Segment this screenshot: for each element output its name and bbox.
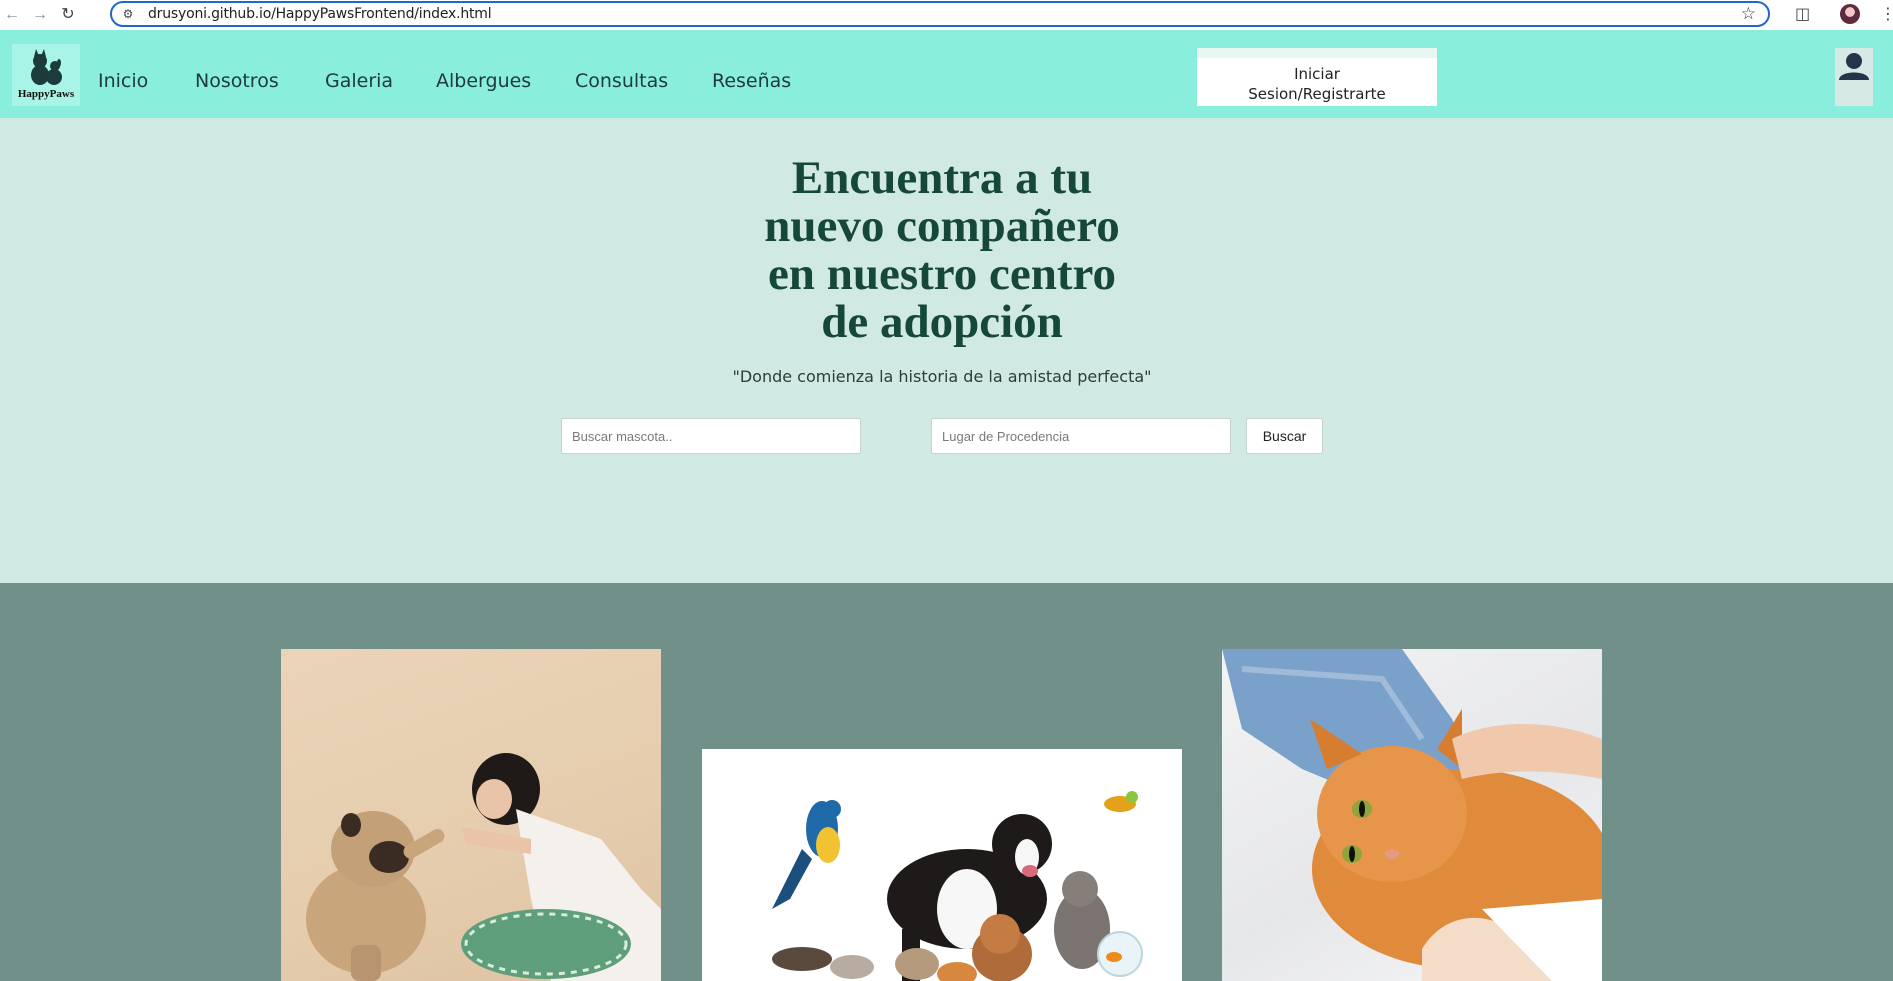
nav-item-resenas[interactable]: Reseñas (712, 70, 791, 92)
login-label-line2: Sesion/Registrarte (1248, 85, 1386, 103)
site-settings-icon[interactable]: ⚙ (120, 6, 136, 22)
browser-profile-avatar[interactable] (1840, 4, 1860, 24)
nav-item-albergues[interactable]: Albergues (436, 70, 531, 92)
user-icon (1839, 53, 1869, 80)
hero-title: Encuentra a tu nuevo compañero en nuestr… (700, 154, 1184, 346)
hero-title-line: en nuestro centro (767, 248, 1117, 300)
logo[interactable]: HappyPaws (12, 44, 80, 106)
hero-section: Encuentra a tu nuevo compañero en nuestr… (0, 118, 1893, 583)
search-pet-input[interactable] (561, 418, 861, 454)
woman-and-pug-photo (281, 649, 661, 981)
login-label-line1: Iniciar (1294, 65, 1340, 83)
nav-item-consultas[interactable]: Consultas (575, 70, 668, 92)
forward-arrow-icon[interactable]: → (30, 5, 50, 25)
hero-title-line: nuevo compañero (764, 200, 1120, 252)
login-register-button[interactable]: Iniciar Sesion/Registrarte (1197, 48, 1437, 106)
hero-title-line: Encuentra a tu (791, 152, 1093, 204)
user-account-button[interactable] (1835, 48, 1873, 106)
browser-toolbar: ← → ↻ ⚙ drusyoni.github.io/HappyPawsFron… (0, 0, 1893, 31)
nav-item-inicio[interactable]: Inicio (98, 70, 148, 92)
paw-pets-logo-icon (31, 49, 62, 85)
extensions-icon[interactable]: ◫ (1795, 4, 1810, 24)
hero-tagline: "Donde comienza la historia de la amista… (732, 367, 1152, 386)
logo-text: HappyPaws (17, 88, 75, 100)
hero-title-line: de adopción (821, 296, 1063, 348)
reload-icon[interactable]: ↻ (58, 5, 78, 25)
search-button[interactable]: Buscar (1246, 418, 1323, 454)
browser-menu-icon[interactable]: ⋮ (1880, 4, 1893, 24)
address-bar[interactable]: ⚙ drusyoni.github.io/HappyPawsFrontend/i… (110, 1, 1770, 27)
url-text: drusyoni.github.io/HappyPawsFrontend/ind… (148, 6, 492, 22)
nav-item-nosotros[interactable]: Nosotros (195, 70, 279, 92)
back-arrow-icon[interactable]: ← (2, 5, 22, 25)
bookmark-star-icon[interactable]: ☆ (1741, 4, 1756, 24)
group-of-pets-photo (702, 749, 1182, 981)
orange-cat-photo (1222, 649, 1602, 981)
site-header: HappyPaws Inicio Nosotros Galeria Alberg… (0, 30, 1893, 118)
origin-place-input[interactable] (931, 418, 1231, 454)
gallery-section (0, 583, 1893, 981)
nav-item-galeria[interactable]: Galeria (325, 70, 393, 92)
